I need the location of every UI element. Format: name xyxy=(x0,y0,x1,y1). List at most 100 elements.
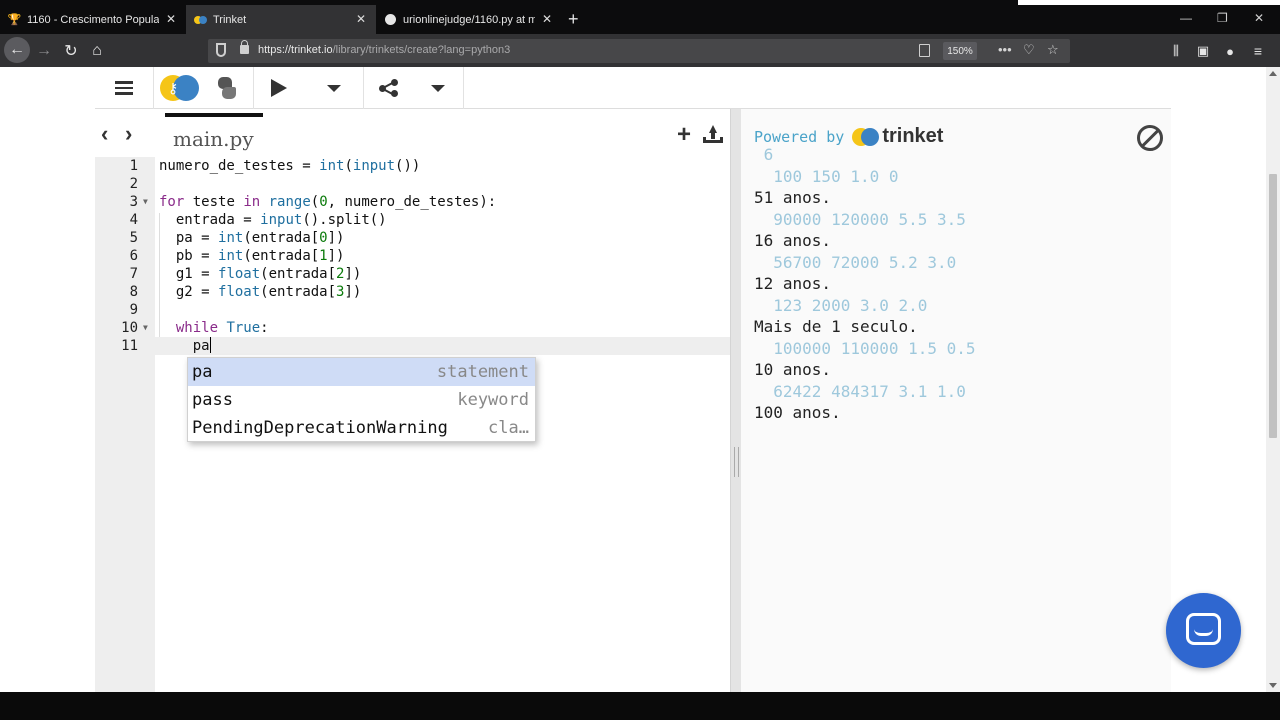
output-input-line: 100000 110000 1.5 0.5 xyxy=(754,338,976,358)
autocomplete-word: PendingDeprecationWarning xyxy=(192,418,448,438)
code-text: while True: xyxy=(175,320,269,336)
tracking-shield-icon[interactable] xyxy=(216,43,226,57)
scroll-down-icon[interactable] xyxy=(1269,683,1277,688)
code-text: for teste in range(0, numero_de_testes): xyxy=(159,194,497,210)
menu-icon[interactable]: ≡ xyxy=(1246,39,1270,63)
share-options-button[interactable] xyxy=(415,67,461,109)
code-line: 8 g2 = float(entrada[3]) xyxy=(95,283,730,301)
url-path: /library/trinkets/create?lang=python3 xyxy=(332,44,511,56)
browser-nav-bar: ← → ↻ ⌂ https://trinket.io/library/trink… xyxy=(0,34,1280,67)
scroll-up-icon[interactable] xyxy=(1269,71,1277,76)
pane-splitter[interactable] xyxy=(730,109,741,692)
file-tab-main[interactable]: main.py xyxy=(165,113,263,157)
library-icon[interactable]: ⫼ xyxy=(1164,39,1188,63)
stop-button[interactable] xyxy=(1137,125,1163,151)
arrow-right-icon: → xyxy=(36,42,52,59)
autocomplete-item[interactable]: PendingDeprecationWarning cla… xyxy=(188,414,535,442)
output-line: 100 anos. xyxy=(754,403,841,422)
line-number: 8 xyxy=(129,284,138,300)
browser-tab-strip: 🏆 1160 - Crescimento Populacion ✕ Trinke… xyxy=(0,5,1280,34)
code-line: 2 xyxy=(95,175,730,193)
upload-icon[interactable] xyxy=(703,125,723,143)
autocomplete-word: pass xyxy=(192,390,233,410)
url-text[interactable]: https://trinket.io/library/trinkets/crea… xyxy=(258,44,510,56)
line-number: 1 xyxy=(129,158,138,174)
autocomplete-popup: pa statement pass keyword PendingDepreca… xyxy=(187,357,536,442)
page-scrollbar[interactable] xyxy=(1266,67,1280,692)
python-button[interactable] xyxy=(205,67,249,109)
output-line: 10 anos. xyxy=(754,360,832,379)
autocomplete-meta: statement xyxy=(436,362,529,382)
close-window-button[interactable]: ✕ xyxy=(1254,11,1264,25)
chevron-left-icon[interactable]: ‹ xyxy=(101,121,108,147)
browser-tab-trinket[interactable]: Trinket ✕ xyxy=(186,5,376,34)
chat-launcher-button[interactable] xyxy=(1166,593,1241,668)
autocomplete-item[interactable]: pass keyword xyxy=(188,386,535,414)
fold-arrow-icon[interactable]: ▼ xyxy=(143,193,148,211)
add-file-button[interactable]: + xyxy=(677,121,691,149)
output-input-line: 62422 484317 3.1 1.0 xyxy=(754,381,966,401)
output-input-line: 6 xyxy=(754,145,774,164)
trinket-logo-icon xyxy=(852,127,880,146)
restore-button[interactable]: ❐ xyxy=(1217,11,1228,25)
output-input-line: 56700 72000 5.2 3.0 xyxy=(754,252,957,272)
line-number: 10 xyxy=(121,320,138,336)
minimize-button[interactable]: — xyxy=(1180,11,1192,25)
code-line: 3 ▼ for teste in range(0, numero_de_test… xyxy=(95,193,730,211)
reader-mode-icon[interactable] xyxy=(919,44,930,57)
forward-button[interactable]: → xyxy=(32,39,56,63)
output-line: Mais de 1 seculo. xyxy=(754,317,918,336)
trinket-logo-button[interactable]: ⚷ xyxy=(153,67,205,109)
browser-tab-1160[interactable]: 🏆 1160 - Crescimento Populacion ✕ xyxy=(0,5,186,34)
line-number: 9 xyxy=(129,302,138,318)
code-text-line-11: pa xyxy=(159,338,210,354)
powered-by: Powered by trinket xyxy=(754,125,943,148)
line-number: 7 xyxy=(129,266,138,282)
autocomplete-item[interactable]: pa statement xyxy=(188,358,535,386)
new-tab-button[interactable]: + xyxy=(568,9,579,30)
splitter-grip[interactable] xyxy=(734,447,739,477)
fold-arrow-icon[interactable]: ▼ xyxy=(143,319,148,337)
code-line-active: 11 pa xyxy=(95,337,730,355)
lock-icon[interactable] xyxy=(240,40,249,54)
code-text: pa = int(entrada[0]) xyxy=(159,230,345,246)
run-options-button[interactable] xyxy=(305,67,363,109)
share-button[interactable] xyxy=(363,67,415,109)
account-icon[interactable]: ● xyxy=(1218,39,1242,63)
browser-tab-github[interactable]: urionlinejudge/1160.py at mas ✕ xyxy=(376,5,562,34)
output-input-line: 123 2000 3.0 2.0 xyxy=(754,295,928,315)
code-text: pb = int(entrada[1]) xyxy=(159,248,345,264)
trinket-logo-icon: ⚷ xyxy=(160,75,199,101)
toolbar-divider xyxy=(463,67,464,109)
code-text: entrada = input().split() xyxy=(159,212,387,228)
arrow-left-icon: ← xyxy=(9,41,25,58)
output-pane: Powered by trinket 6 100 150 1.0 0 51 an… xyxy=(741,109,1171,692)
menu-button[interactable] xyxy=(95,67,153,109)
trinket-brand[interactable]: trinket xyxy=(852,125,943,148)
chevron-right-icon[interactable]: › xyxy=(125,121,132,147)
code-line: 4 entrada = input().split() xyxy=(95,211,730,229)
home-button[interactable]: ⌂ xyxy=(85,39,109,63)
output-line: 16 anos. xyxy=(754,231,832,250)
back-button[interactable]: ← xyxy=(4,37,30,63)
line-number: 3 xyxy=(129,194,138,210)
run-button[interactable] xyxy=(253,67,305,109)
os-taskbar xyxy=(0,692,1280,720)
close-tab-icon[interactable]: ✕ xyxy=(542,12,552,26)
code-text: g2 = float(entrada[3]) xyxy=(159,284,362,300)
close-tab-icon[interactable]: ✕ xyxy=(356,12,366,26)
bookmark-star-icon[interactable]: ☆ xyxy=(1047,42,1059,58)
sidebar-icon[interactable]: ▣ xyxy=(1191,39,1215,63)
reload-button[interactable]: ↻ xyxy=(59,39,83,63)
url-bar[interactable]: https://trinket.io/library/trinkets/crea… xyxy=(208,39,1070,63)
close-tab-icon[interactable]: ✕ xyxy=(166,12,176,26)
zoom-level[interactable]: 150% xyxy=(943,42,977,60)
pocket-icon[interactable]: ♡ xyxy=(1023,42,1035,58)
code-line: 6 pb = int(entrada[1]) xyxy=(95,247,730,265)
more-actions-icon[interactable]: ••• xyxy=(998,42,1012,57)
output-input-line: 90000 120000 5.5 3.5 xyxy=(754,209,966,229)
code-line: 5 pa = int(entrada[0]) xyxy=(95,229,730,247)
browser-tab-title: urionlinejudge/1160.py at mas xyxy=(403,13,535,26)
code-text: g1 = float(entrada[2]) xyxy=(159,266,362,282)
scrollbar-thumb[interactable] xyxy=(1269,174,1277,438)
